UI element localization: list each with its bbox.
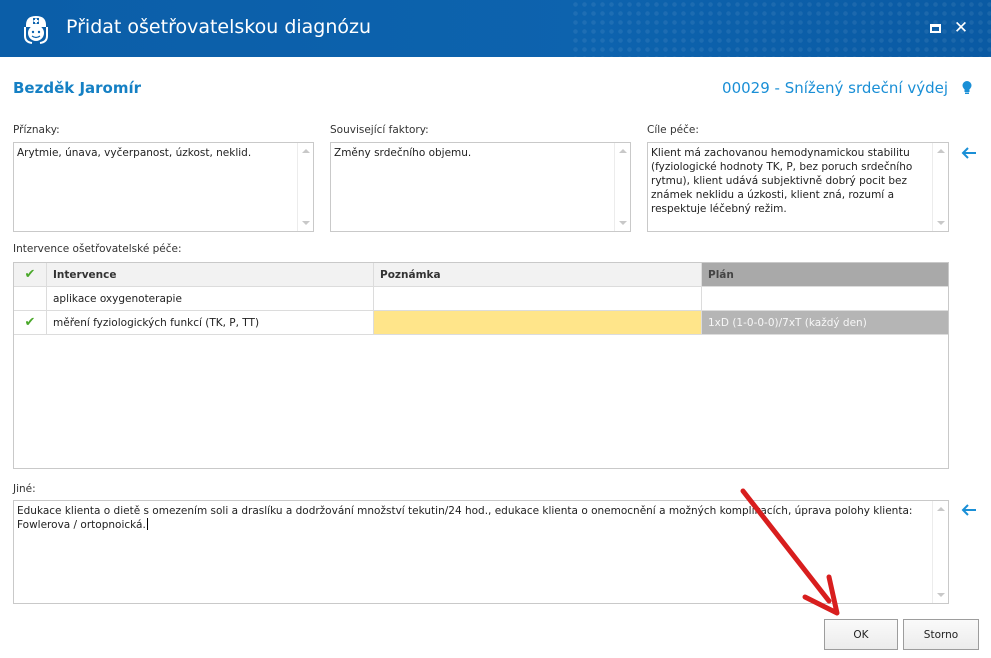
factors-label: Související faktory: — [330, 124, 429, 136]
header-check-cell[interactable]: ✔ — [14, 263, 47, 286]
goals-label: Cíle péče: — [647, 124, 699, 136]
patient-name: Bezděk Jaromír — [13, 79, 142, 97]
close-button[interactable]: ✕ — [951, 18, 971, 38]
factors-input[interactable]: Změny srdečního objemu. — [330, 142, 631, 232]
interventions-label: Intervence ošetřovatelské péče: — [13, 243, 182, 255]
row-check-cell[interactable]: ✔ — [14, 311, 47, 334]
window-title: Přidat ošetřovatelskou diagnózu — [66, 16, 372, 38]
ok-button[interactable]: OK — [824, 619, 898, 650]
intervention-cell[interactable]: měření fyziologických funkcí (TK, P, TT) — [47, 311, 374, 334]
table-row[interactable]: ✔ měření fyziologických funkcí (TK, P, T… — [14, 311, 948, 335]
symptoms-scrollbar[interactable] — [297, 143, 313, 231]
interventions-grid: ✔ Intervence Poznámka Plán aplikace oxyg… — [13, 262, 949, 469]
check-icon: ✔ — [24, 267, 36, 282]
title-bar: Přidat ošetřovatelskou diagnózu ✕ — [0, 0, 991, 57]
symptoms-input[interactable]: Arytmie, únava, vyčerpanost, úzkost, nek… — [13, 142, 314, 232]
symptoms-label: Příznaky: — [13, 124, 60, 136]
row-check-cell[interactable] — [14, 287, 47, 310]
diagnosis-title: 00029 - Snížený srdeční výdej — [722, 79, 948, 97]
other-label: Jiné: — [13, 483, 36, 495]
nurse-icon — [24, 16, 48, 44]
symptoms-text: Arytmie, únava, vyčerpanost, úzkost, nek… — [17, 147, 252, 159]
goals-text: Klient má zachovanou hemodynamickou stab… — [651, 147, 916, 215]
check-icon: ✔ — [24, 315, 36, 330]
goals-input[interactable]: Klient má zachovanou hemodynamickou stab… — [647, 142, 949, 232]
note-cell[interactable] — [374, 287, 702, 310]
column-header-plan[interactable]: Plán — [702, 263, 948, 286]
table-row[interactable]: aplikace oxygenoterapie — [14, 287, 948, 311]
other-input[interactable]: Edukace klienta o dietě s omezením soli … — [13, 500, 949, 604]
intervention-cell[interactable]: aplikace oxygenoterapie — [47, 287, 374, 310]
factors-scrollbar[interactable] — [614, 143, 630, 231]
goals-scrollbar[interactable] — [932, 143, 948, 231]
column-header-intervention[interactable]: Intervence — [47, 263, 374, 286]
arrow-left-icon[interactable] — [960, 503, 978, 517]
other-text: Edukace klienta o dietě s omezením soli … — [17, 505, 916, 531]
close-icon: ✕ — [953, 18, 969, 38]
column-header-note[interactable]: Poznámka — [374, 263, 702, 286]
other-scrollbar[interactable] — [932, 501, 948, 603]
plan-cell[interactable]: 1xD (1-0-0-0)/7xT (každý den) — [702, 311, 948, 334]
arrow-left-icon[interactable] — [960, 146, 978, 160]
maximize-button[interactable] — [925, 18, 945, 38]
cancel-button[interactable]: Storno — [903, 619, 979, 650]
lightbulb-icon[interactable] — [961, 80, 973, 96]
grid-header: ✔ Intervence Poznámka Plán — [14, 263, 948, 287]
note-cell[interactable] — [374, 311, 702, 334]
factors-text: Změny srdečního objemu. — [334, 147, 472, 159]
plan-cell[interactable] — [702, 287, 948, 310]
maximize-icon — [929, 23, 941, 33]
